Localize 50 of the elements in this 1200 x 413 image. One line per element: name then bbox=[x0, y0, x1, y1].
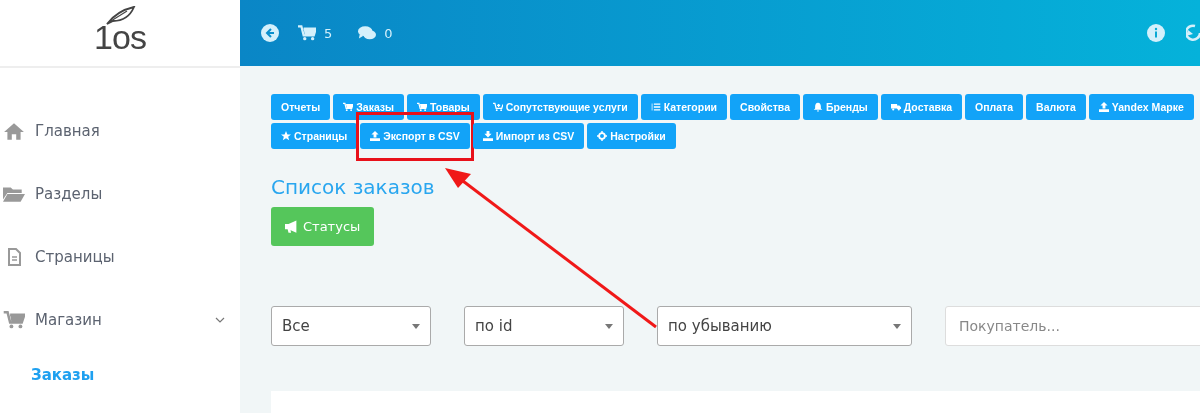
dropdown-caret-icon bbox=[893, 323, 901, 329]
megaphone-icon bbox=[285, 220, 299, 233]
cart-icon bbox=[417, 102, 428, 112]
upload-icon bbox=[370, 131, 381, 141]
toolbar-button[interactable]: Отчеты bbox=[271, 94, 331, 120]
toolbar-button[interactable]: Категории bbox=[640, 94, 728, 120]
cart-icon[interactable] bbox=[298, 25, 316, 41]
select-field[interactable]: по убыванию bbox=[657, 306, 912, 346]
comments-icon[interactable] bbox=[358, 25, 377, 41]
info-icon[interactable] bbox=[1147, 24, 1165, 42]
home-icon bbox=[3, 121, 25, 140]
statuses-button[interactable]: Статусы bbox=[271, 207, 375, 246]
star-icon bbox=[281, 131, 291, 141]
toolbar-button[interactable]: Валюта bbox=[1026, 94, 1086, 120]
download-icon bbox=[482, 131, 493, 141]
sidebar-item[interactable]: Магазин bbox=[0, 288, 240, 351]
toolbar-button[interactable]: Страницы bbox=[271, 123, 358, 149]
sidebar-item[interactable]: Разделы bbox=[0, 162, 240, 225]
sidebar-item[interactable]: Заказы bbox=[0, 351, 240, 399]
toolbar-button[interactable]: Свойства bbox=[730, 94, 800, 120]
dropdown-caret-icon bbox=[605, 323, 613, 329]
folder-icon bbox=[3, 184, 25, 203]
upload-icon bbox=[1098, 102, 1109, 112]
toolbar-button[interactable]: Экспорт в CSV bbox=[360, 123, 470, 149]
page-heading: Список заказов bbox=[271, 175, 436, 199]
logo[interactable]: 1os bbox=[94, 17, 146, 57]
toolbar-button[interactable]: Импорт из CSV bbox=[472, 123, 585, 149]
comments-count: 0 bbox=[384, 25, 393, 41]
toolbar-button[interactable]: Доставка bbox=[880, 94, 963, 120]
toolbar-button[interactable]: Настройки bbox=[587, 123, 676, 149]
settings-icon bbox=[597, 131, 608, 141]
toolbar-button[interactable]: Сопутствующие услуги bbox=[482, 94, 638, 120]
select-field[interactable]: по id bbox=[464, 306, 624, 346]
select-field[interactable]: Все bbox=[271, 306, 431, 346]
bell-icon bbox=[813, 102, 823, 112]
toolbar-button[interactable]: Бренды bbox=[803, 94, 878, 120]
cart-count: 5 bbox=[324, 25, 333, 41]
buyer-search-field[interactable]: Покупатель... bbox=[945, 306, 1200, 346]
toolbar-button[interactable]: Оплата bbox=[965, 94, 1024, 120]
refresh-icon[interactable] bbox=[1186, 24, 1200, 42]
back-icon[interactable] bbox=[261, 24, 279, 42]
sidebar-item[interactable]: Страницы bbox=[0, 225, 240, 288]
cart-plus-icon bbox=[492, 102, 503, 112]
toolbar-button[interactable]: Yandex Марке bbox=[1088, 94, 1194, 120]
cart-icon bbox=[3, 310, 25, 329]
cart-icon bbox=[343, 102, 354, 112]
sidebar-item[interactable]: Главная bbox=[0, 99, 240, 162]
dropdown-caret-icon bbox=[412, 323, 420, 329]
truck-icon bbox=[890, 102, 901, 112]
feather-icon bbox=[104, 6, 136, 26]
